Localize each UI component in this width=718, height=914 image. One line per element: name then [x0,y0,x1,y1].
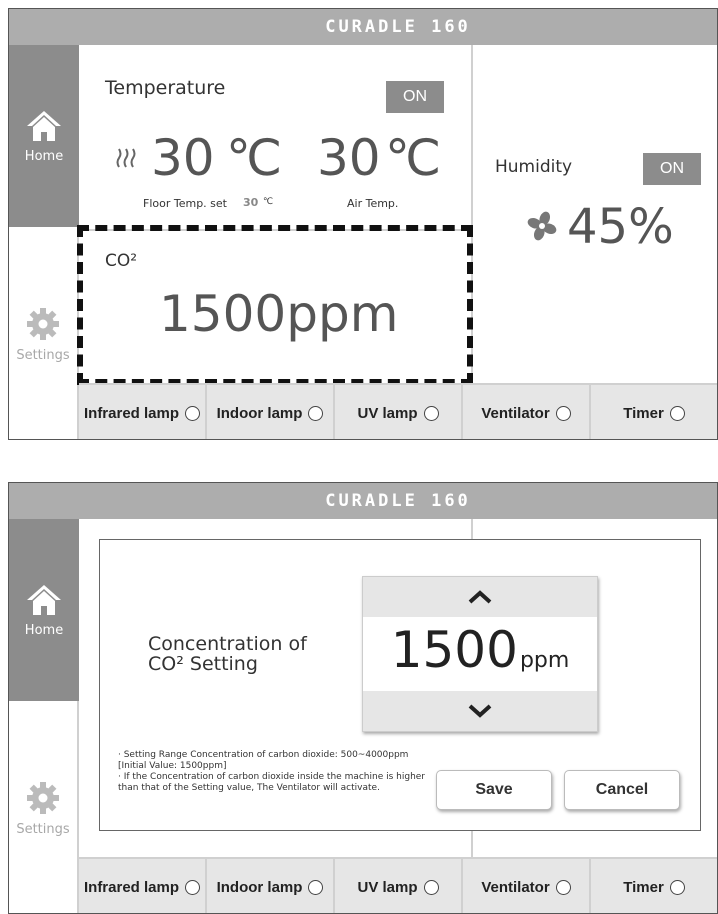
co2-value-display: 1500 ppm [363,617,597,691]
uv-lamp-label: UV lamp [357,878,418,896]
uv-lamp-button[interactable]: UV lamp [335,859,463,913]
humidity-panel: Humidity ON 45% [471,45,717,383]
air-temp-unit: ℃ [385,129,442,187]
temperature-toggle[interactable]: ON [386,81,444,113]
dialog-title: Concentration of CO² Setting [148,634,307,674]
radio-icon [669,879,685,895]
nav-home-label: Home [24,622,64,638]
co2-highlight-box [77,225,473,385]
ventilator-label: Ventilator [481,404,550,422]
nav-home[interactable]: Home [9,519,87,701]
radio-icon [185,405,201,421]
dialog-title-line-2: CO² Setting [148,653,258,675]
note-line-3: · If the Concentration of carbon dioxide… [118,772,426,782]
infrared-lamp-label: Infrared lamp [83,404,180,422]
nav-settings-label: Settings [16,347,70,363]
sidebar-top [9,9,79,45]
indoor-lamp-button[interactable]: Indoor lamp [207,385,335,439]
gear-icon [27,781,59,814]
floor-temp-set-value: 30 [243,196,259,209]
air-temp-value: 30 [317,129,381,187]
title-bar: CURADLE 160 [79,9,717,45]
nav-home-label: Home [24,148,64,164]
floor-temp-set-unit: ℃ [263,197,274,207]
co2-stepper: 1500 ppm [362,576,598,732]
chevron-down-icon [468,704,492,718]
co2-setting-dialog: Concentration of CO² Setting 1500 ppm · … [99,539,701,831]
co2-setting-screen: CURADLE 160 Home Settings Infrared lamp … [8,482,718,914]
timer-label: Timer [623,878,664,896]
increase-button[interactable] [363,577,597,617]
radio-icon [669,405,685,421]
radio-icon [423,405,439,421]
app-title: CURADLE 160 [325,17,471,37]
note-line-2: [Initial Value: 1500ppm] [118,761,227,771]
radio-icon [423,879,439,895]
bottom-bar: Infrared lamp Indoor lamp UV lamp Ventil… [79,383,717,439]
note-line-1: · Setting Range Concentration of carbon … [118,750,409,760]
timer-button[interactable]: Timer [591,385,717,439]
co2-setting-unit: ppm [519,648,570,673]
indoor-lamp-button[interactable]: Indoor lamp [207,859,335,913]
setting-notes: · Setting Range Concentration of carbon … [118,750,438,794]
bottom-bar: Infrared lamp Indoor lamp UV lamp Ventil… [79,857,717,913]
title-bar: CURADLE 160 [79,483,717,519]
uv-lamp-button[interactable]: UV lamp [335,385,463,439]
ventilator-button[interactable]: Ventilator [463,859,591,913]
floor-temp-unit: ℃ [226,129,283,187]
nav-home[interactable]: Home [9,45,87,227]
uv-lamp-label: UV lamp [357,404,418,422]
timer-label: Timer [623,404,664,422]
radio-icon [308,405,324,421]
radio-icon [308,879,324,895]
app-title: CURADLE 160 [325,491,471,511]
infrared-lamp-button[interactable]: Infrared lamp [79,859,207,913]
gear-icon [27,307,59,340]
infrared-lamp-button[interactable]: Infrared lamp [79,385,207,439]
save-button[interactable]: Save [436,770,552,810]
ventilator-button[interactable]: Ventilator [463,385,591,439]
temperature-title: Temperature [105,77,226,99]
heat-wave-icon [116,148,136,168]
infrared-lamp-label: Infrared lamp [83,878,180,896]
floor-temp-value: 30 [151,129,215,187]
radio-icon [185,879,201,895]
note-line-4: than that of the Setting value, The Vent… [118,783,380,793]
humidity-value: 45% [567,199,674,255]
floor-temp-label: Floor Temp. set [143,197,227,210]
decrease-button[interactable] [363,691,597,731]
cancel-button[interactable]: Cancel [564,770,680,810]
air-temp-label: Air Temp. [347,197,399,210]
indoor-lamp-label: Indoor lamp [216,878,303,896]
indoor-lamp-label: Indoor lamp [216,404,303,422]
co2-setting-value: 1500 [390,621,518,679]
home-icon [27,110,61,141]
nav-settings[interactable]: Settings [9,701,79,913]
chevron-up-icon [468,590,492,604]
radio-icon [555,405,571,421]
timer-button[interactable]: Timer [591,859,717,913]
radio-icon [555,879,571,895]
nav-settings[interactable]: Settings [9,227,79,439]
main-screen: CURADLE 160 Home Settings Temperature ON… [8,8,718,440]
ventilator-label: Ventilator [481,878,550,896]
home-icon [27,584,61,615]
dialog-title-line-1: Concentration of [148,633,307,655]
humidity-toggle[interactable]: ON [643,153,701,185]
fan-icon [527,211,557,241]
sidebar-top [9,483,79,519]
humidity-title: Humidity [495,157,573,177]
nav-settings-label: Settings [16,821,70,837]
